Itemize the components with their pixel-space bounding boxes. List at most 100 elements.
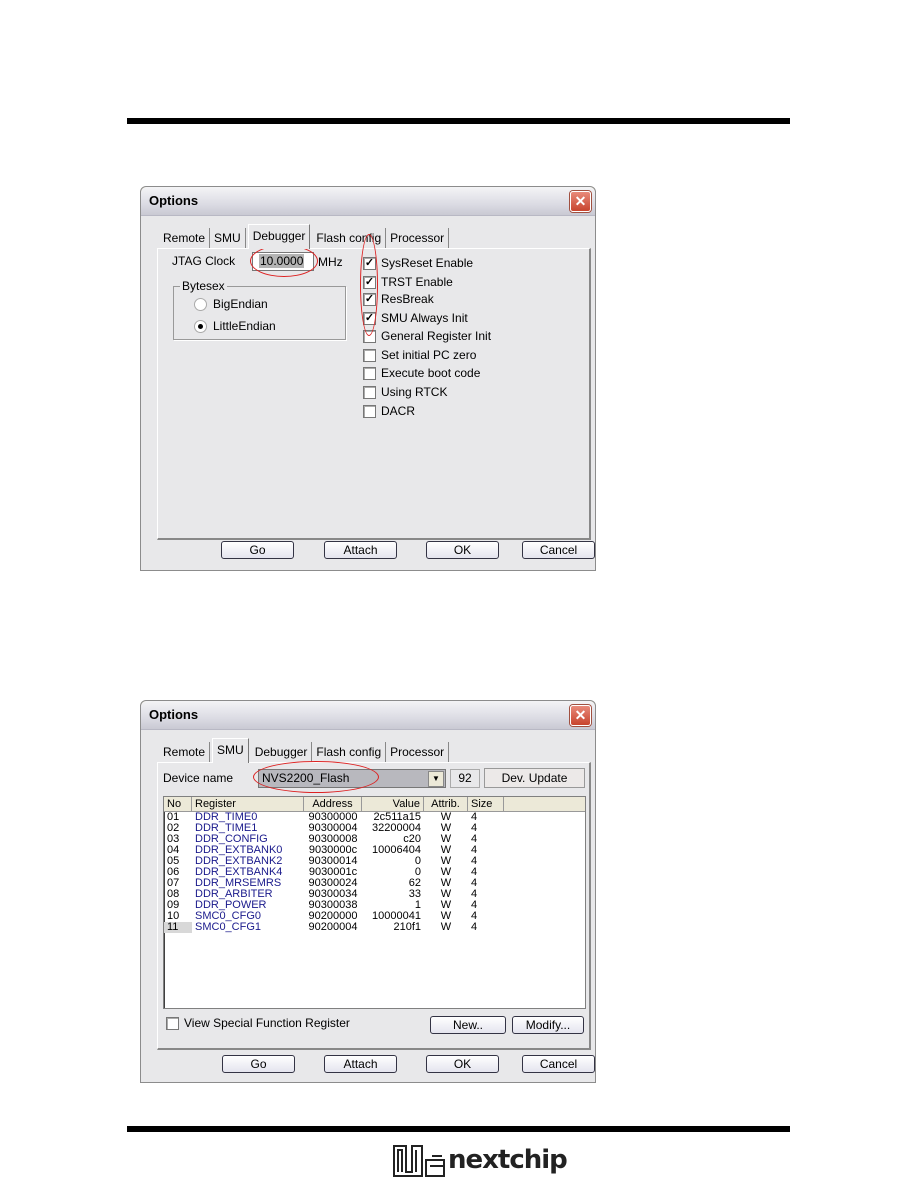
column-header-no[interactable]: No	[164, 797, 192, 811]
close-button[interactable]: ✕	[570, 191, 591, 212]
new-button[interactable]: New..	[430, 1016, 506, 1034]
smu-panel: Device name NVS2200_Flash ▼ 92 Dev. Upda…	[157, 761, 591, 1050]
tab-flash-config[interactable]: Flash config	[312, 742, 387, 762]
register-list[interactable]: No Register Address Value Attrib. Size 0…	[163, 796, 586, 1009]
cell-address: 90300034	[308, 889, 358, 900]
cell-value: c20	[403, 834, 421, 845]
table-row[interactable]: 03 DDR_CONFIG 90300008 c20 W 4	[164, 834, 585, 845]
table-row[interactable]: 05 DDR_EXTBANK2 90300014 0 W 4	[164, 856, 585, 867]
checkbox-using-rtck[interactable]: Using RTCK	[363, 385, 447, 399]
top-rule	[127, 118, 790, 124]
title-bar[interactable]: Options ✕	[141, 187, 595, 216]
table-row[interactable]: 07 DDR_MRSEMRS 90300024 62 W 4	[164, 878, 585, 889]
go-button[interactable]: Go	[221, 541, 294, 559]
cell-value: 0	[414, 867, 421, 878]
checkbox-trst-enable[interactable]: ✓ TRST Enable	[363, 275, 453, 289]
cell-no: 04	[167, 845, 180, 856]
table-row[interactable]: 01 DDR_TIME0 90300000 2c511a15 W 4	[164, 812, 585, 823]
table-row[interactable]: 09 DDR_POWER 90300038 1 W 4	[164, 900, 585, 911]
radio-icon	[194, 297, 207, 311]
tab-remote[interactable]: Remote	[159, 742, 211, 762]
column-header-attrib[interactable]: Attrib.	[424, 797, 468, 811]
cell-attrib: W	[440, 812, 452, 823]
checkbox-execute-boot-code[interactable]: Execute boot code	[363, 366, 480, 380]
tab-debugger[interactable]: Debugger	[251, 742, 313, 762]
device-name-dropdown[interactable]: NVS2200_Flash ▼	[258, 769, 446, 788]
cell-register: DDR_TIME1	[195, 823, 258, 834]
tab-smu[interactable]: SMU	[210, 228, 246, 248]
checkbox-icon	[363, 385, 376, 399]
checkbox-label: Set initial PC zero	[381, 348, 477, 362]
dev-update-button[interactable]: Dev. Update	[484, 768, 585, 788]
checkbox-checked-icon: ✓	[363, 292, 376, 306]
bytesex-label: Bytesex	[180, 279, 227, 293]
table-row[interactable]: 08 DDR_ARBITER 90300034 33 W 4	[164, 889, 585, 900]
cell-size: 4	[471, 878, 478, 889]
cancel-button[interactable]: Cancel	[522, 1055, 595, 1073]
checkbox-general-register-init[interactable]: General Register Init	[363, 329, 491, 343]
table-row[interactable]: 04 DDR_EXTBANK0 9030000c 10006404 W 4	[164, 845, 585, 856]
cell-value: 1	[414, 900, 421, 911]
options-dialog-debugger: Options ✕ Remote SMU Debugger Flash conf…	[140, 186, 596, 571]
tab-smu[interactable]: SMU	[212, 738, 249, 763]
ok-button[interactable]: OK	[426, 1055, 499, 1073]
device-count: 92	[450, 769, 480, 788]
column-header-address[interactable]: Address	[304, 797, 362, 811]
title-bar[interactable]: Options ✕	[141, 701, 595, 730]
checkbox-resbreak[interactable]: ✓ ResBreak	[363, 292, 434, 306]
cell-register: DDR_EXTBANK2	[195, 856, 283, 867]
chevron-down-icon[interactable]: ▼	[428, 771, 444, 787]
cell-no: 02	[167, 823, 180, 834]
checkbox-set-initial-pc-zero[interactable]: Set initial PC zero	[363, 348, 476, 362]
radio-little-endian[interactable]: LittleEndian	[194, 319, 276, 333]
tab-remote[interactable]: Remote	[159, 228, 211, 248]
cell-no: 03	[167, 834, 180, 845]
modify-button[interactable]: Modify...	[512, 1016, 584, 1034]
cell-size: 4	[471, 922, 478, 933]
table-row[interactable]: 11 SMC0_CFG1 90200004 210f1 W 4	[164, 922, 585, 933]
checkbox-view-sfr[interactable]: View Special Function Register	[166, 1016, 350, 1030]
cell-value: 32200004	[372, 823, 421, 834]
checkbox-label: TRST Enable	[381, 275, 453, 289]
attach-button[interactable]: Attach	[324, 1055, 397, 1073]
checkbox-smu-always-init[interactable]: ✓ SMU Always Init	[363, 311, 468, 325]
cell-address: 90200004	[308, 922, 358, 933]
cell-value: 33	[408, 889, 421, 900]
go-button[interactable]: Go	[222, 1055, 295, 1073]
column-header-value[interactable]: Value	[362, 797, 424, 811]
checkbox-icon	[363, 329, 376, 343]
checkbox-sysreset-enable[interactable]: ✓ SysReset Enable	[363, 256, 473, 270]
table-row[interactable]: 02 DDR_TIME1 90300004 32200004 W 4	[164, 823, 585, 834]
checkbox-dacr[interactable]: DACR	[363, 404, 415, 418]
column-header-size[interactable]: Size	[468, 797, 504, 811]
cell-no: 08	[167, 889, 180, 900]
table-row[interactable]: 10 SMC0_CFG0 90200000 10000041 W 4	[164, 911, 585, 922]
column-header-filler	[504, 797, 585, 811]
jtag-clock-input[interactable]: 10.0000	[252, 252, 314, 271]
attach-button[interactable]: Attach	[324, 541, 397, 559]
checkbox-icon	[363, 404, 376, 418]
table-row[interactable]: 06 DDR_EXTBANK4 9030001c 0 W 4	[164, 867, 585, 878]
cell-register: DDR_EXTBANK4	[195, 867, 283, 878]
radio-big-endian[interactable]: BigEndian	[194, 297, 268, 311]
nextchip-logo-icon	[393, 1145, 445, 1177]
cell-size: 4	[471, 889, 478, 900]
close-button[interactable]: ✕	[570, 705, 591, 726]
tab-strip: Remote SMU Debugger Flash config Process…	[159, 738, 450, 763]
cell-attrib: W	[440, 823, 452, 834]
cell-address: 90300038	[308, 900, 358, 911]
cell-attrib: W	[440, 900, 452, 911]
cell-size: 4	[471, 867, 478, 878]
tab-processor[interactable]: Processor	[386, 228, 450, 248]
ok-button[interactable]: OK	[426, 541, 499, 559]
cell-size: 4	[471, 911, 478, 922]
tab-processor[interactable]: Processor	[386, 742, 450, 762]
tab-debugger[interactable]: Debugger	[247, 224, 311, 249]
cancel-button[interactable]: Cancel	[522, 541, 595, 559]
checkbox-label: General Register Init	[381, 329, 492, 343]
cell-no: 07	[167, 878, 180, 889]
tab-flash-config[interactable]: Flash config	[312, 228, 387, 248]
cell-register: DDR_EXTBANK0	[195, 845, 283, 856]
column-header-register[interactable]: Register	[192, 797, 304, 811]
cell-register: DDR_POWER	[195, 900, 267, 911]
